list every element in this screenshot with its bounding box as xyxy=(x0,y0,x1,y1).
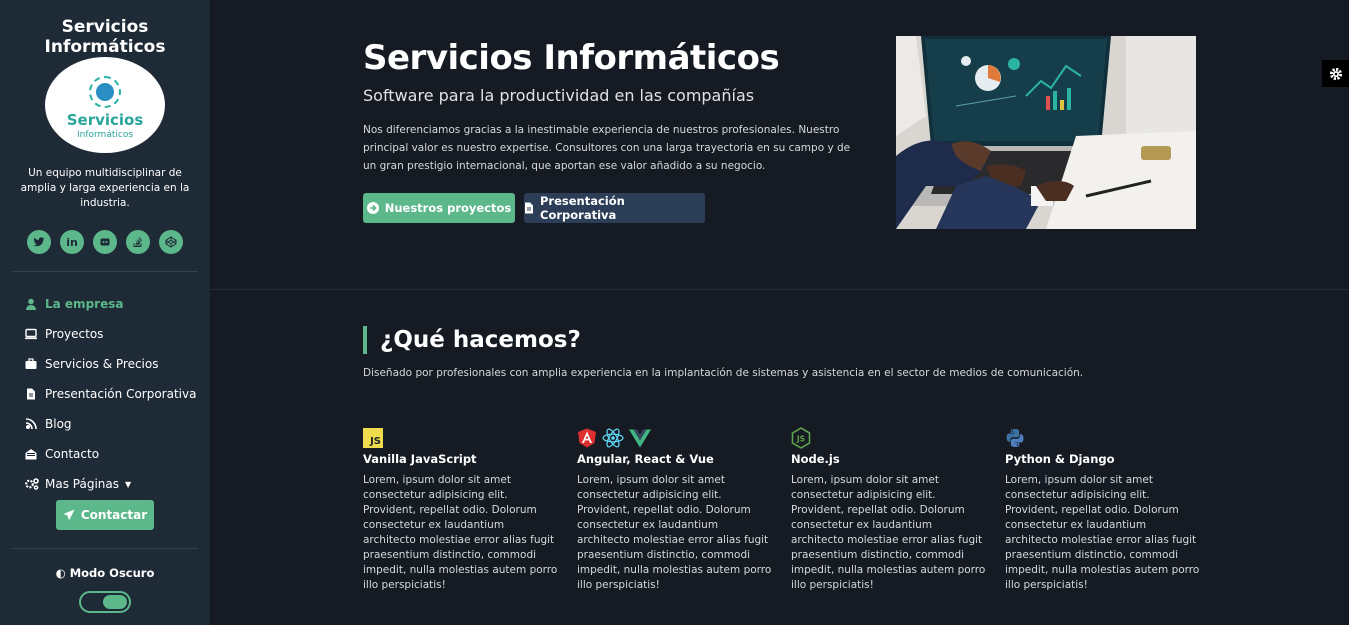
briefcase-icon xyxy=(25,358,37,370)
sidebar-item-label: Presentación Corporativa xyxy=(45,387,197,401)
sidebar-item-label: Contacto xyxy=(45,447,100,461)
presentation-button[interactable]: Presentación Corporativa xyxy=(524,193,705,223)
react-icon xyxy=(602,428,624,448)
toggle-knob xyxy=(103,595,127,609)
service-card-python: Python & Django Lorem, ipsum dolor sit a… xyxy=(1005,427,1200,593)
card-icons xyxy=(1005,427,1200,449)
sidebar-divider-bottom xyxy=(12,548,198,549)
sidebar-item-presentacion[interactable]: Presentación Corporativa xyxy=(25,379,205,409)
card-title: Angular, React & Vue xyxy=(577,452,714,466)
file-icon xyxy=(525,202,533,214)
hero-title: Servicios Informáticos xyxy=(363,38,780,78)
linkedin-glyph: in xyxy=(66,235,78,249)
dark-mode-toggle[interactable] xyxy=(79,591,131,613)
sidebar-item-la-empresa[interactable]: La empresa xyxy=(25,289,205,319)
sidebar-item-mas-paginas[interactable]: Mas Páginas ▼ xyxy=(25,469,205,499)
hero-image xyxy=(896,36,1196,229)
sidebar-intro: Un equipo multidisciplinar de amplia y l… xyxy=(20,167,190,209)
twitter-icon[interactable] xyxy=(27,230,51,254)
hero-subtitle: Software para la productividad en las co… xyxy=(363,86,755,105)
card-title: Node.js xyxy=(791,452,840,466)
section-title: ¿Qué hacemos? xyxy=(380,327,581,353)
card-text: Lorem, ipsum dolor sit amet consectetur … xyxy=(577,474,772,591)
chevron-down-icon: ▼ xyxy=(125,479,132,489)
presentation-button-label: Presentación Corporativa xyxy=(540,194,625,222)
linkedin-icon[interactable]: in xyxy=(60,230,84,254)
section-title-accent xyxy=(363,326,367,354)
sidebar-item-blog[interactable]: Blog xyxy=(25,409,205,439)
card-text: Lorem, ipsum dolor sit amet consectetur … xyxy=(1005,474,1200,591)
javascript-icon: JS xyxy=(363,428,383,448)
sidebar-item-label: Blog xyxy=(45,417,72,431)
service-card-frameworks: Angular, React & Vue Lorem, ipsum dolor … xyxy=(577,427,772,593)
stack-overflow-icon[interactable] xyxy=(126,230,150,254)
github-icon[interactable] xyxy=(93,230,117,254)
dark-mode-text: Modo Oscuro xyxy=(69,566,155,580)
codepen-icon[interactable] xyxy=(159,230,183,254)
card-icons: JS xyxy=(363,427,558,449)
section-divider xyxy=(210,289,1349,290)
card-text: Lorem, ipsum dolor sit amet consectetur … xyxy=(363,474,558,591)
sidebar: Servicios Informáticos Servicios Informá… xyxy=(0,0,210,625)
sidebar-nav: La empresa Proyectos Servicios & Precios… xyxy=(25,289,205,499)
sidebar-item-proyectos[interactable]: Proyectos xyxy=(25,319,205,349)
site-title[interactable]: Servicios Informáticos xyxy=(0,17,210,57)
logo[interactable]: Servicios Informáticos xyxy=(45,57,165,153)
file-icon xyxy=(25,388,37,400)
arrow-circle-right-icon xyxy=(366,202,379,214)
card-text: Lorem, ipsum dolor sit amet consectetur … xyxy=(791,474,986,591)
social-links: in xyxy=(27,230,183,254)
logo-text-sub: Informáticos xyxy=(76,130,134,140)
paper-plane-icon xyxy=(63,509,75,521)
envelope-open-icon xyxy=(25,448,37,460)
laptop-icon xyxy=(25,328,37,340)
section-description: Diseñado por profesionales con amplia ex… xyxy=(363,367,1084,379)
sidebar-divider xyxy=(12,271,198,272)
settings-gear-button[interactable] xyxy=(1322,60,1349,87)
user-icon xyxy=(25,298,37,310)
card-title: Vanilla JavaScript xyxy=(363,452,477,466)
sidebar-item-label: Servicios & Precios xyxy=(45,357,159,371)
globe-icon xyxy=(89,76,121,108)
half-circle-icon: ◐ xyxy=(55,566,66,580)
sidebar-item-label: Proyectos xyxy=(45,327,104,341)
logo-text-main: Servicios xyxy=(66,111,144,129)
svg-text:JS: JS xyxy=(796,435,805,444)
card-icons: JS xyxy=(791,427,986,449)
vue-icon xyxy=(629,429,651,448)
card-icons xyxy=(577,427,772,449)
angular-icon xyxy=(578,428,596,448)
projects-button[interactable]: Nuestros proyectos xyxy=(363,193,515,223)
card-title: Python & Django xyxy=(1005,452,1115,466)
nodejs-icon: JS xyxy=(791,427,811,449)
python-icon xyxy=(1006,429,1024,447)
sidebar-item-label: La empresa xyxy=(45,297,124,311)
blog-icon xyxy=(25,418,37,430)
gear-icon xyxy=(1329,67,1342,80)
sidebar-item-label: Mas Páginas xyxy=(45,477,119,491)
cogs-icon xyxy=(25,478,39,490)
hero-text: Nos diferenciamos gracias a la inestimab… xyxy=(363,124,851,172)
sidebar-item-contacto[interactable]: Contacto xyxy=(25,439,205,469)
projects-button-label: Nuestros proyectos xyxy=(384,201,512,215)
sidebar-item-servicios-precios[interactable]: Servicios & Precios xyxy=(25,349,205,379)
contact-button[interactable]: Contactar xyxy=(56,500,154,530)
dark-mode-label: ◐ Modo Oscuro xyxy=(0,566,210,580)
contact-button-label: Contactar xyxy=(80,508,148,522)
service-card-nodejs: JS Node.js Lorem, ipsum dolor sit amet c… xyxy=(791,427,986,593)
service-card-javascript: JS Vanilla JavaScript Lorem, ipsum dolor… xyxy=(363,427,558,593)
